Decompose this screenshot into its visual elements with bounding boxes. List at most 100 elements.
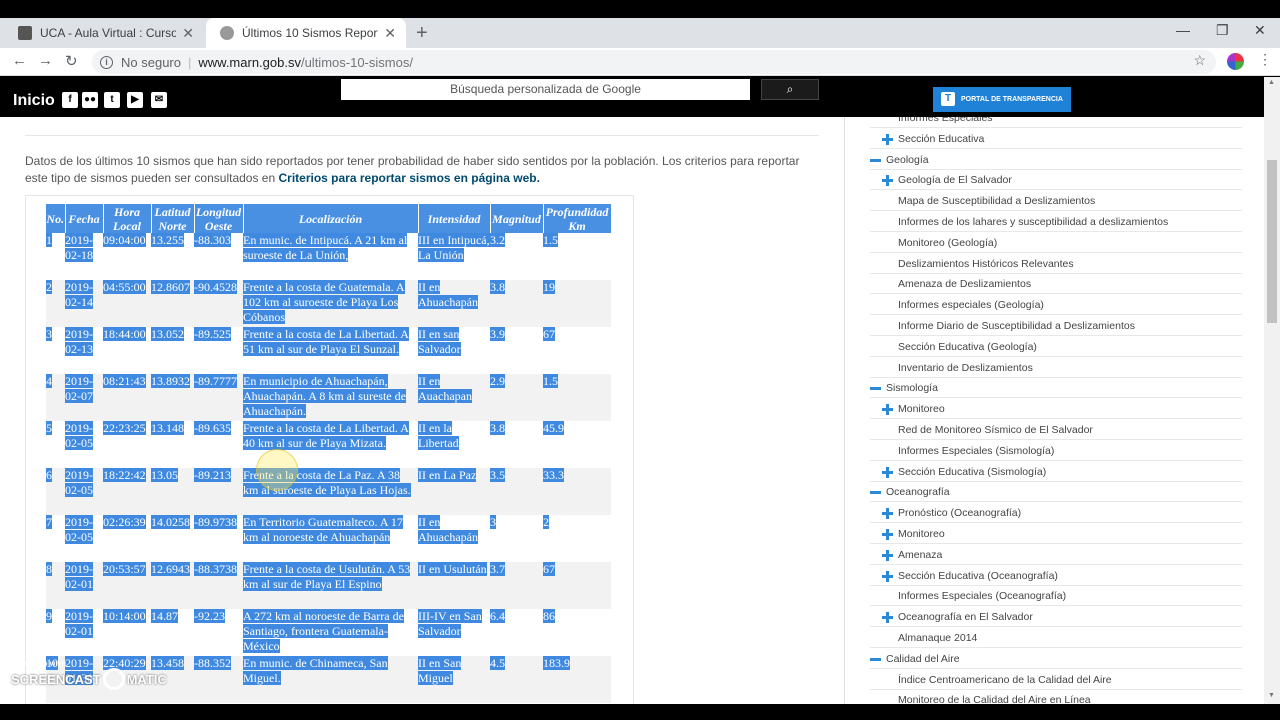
cell-local-time: 08:21:43 (103, 374, 151, 421)
cell-text: -90.4528 (194, 280, 237, 294)
cell-text: 33.3 (543, 468, 564, 482)
sidebar-item[interactable]: Oceanografía en El Salvador (870, 607, 1242, 628)
google-search-input[interactable]: Búsqueda personalizada de Google (341, 79, 750, 100)
cell-text: 2019-02-01 (65, 562, 93, 591)
sidebar-item[interactable]: Sismología (870, 378, 1242, 399)
sidebar-item[interactable]: Índice Centroamericano de la Calidad del… (870, 670, 1242, 690)
sidebar-item[interactable]: Amenaza (870, 545, 1242, 565)
collapse-minus-icon[interactable] (870, 491, 881, 495)
sidebar-item[interactable]: Informes Especiales (870, 117, 1242, 128)
collapse-minus-icon[interactable] (870, 158, 881, 162)
scroll-down-arrow-icon[interactable]: ▼ (1268, 692, 1275, 699)
expand-plus-icon[interactable] (882, 508, 893, 520)
cell-text: -88.303 (194, 233, 231, 247)
expand-plus-icon[interactable] (882, 570, 893, 582)
reload-icon[interactable]: ↻ (65, 52, 78, 70)
sidebar-item[interactable]: Pronóstico (Oceanografía) (870, 503, 1242, 524)
collapse-minus-icon[interactable] (870, 387, 881, 391)
cell-magnitude: 2.9 (490, 374, 543, 421)
cell-text: III-IV en San Salvador (418, 609, 482, 638)
sidebar-item[interactable]: Oceanografía (870, 482, 1242, 503)
sidebar-item[interactable]: Amenaza de Deslizamientos (870, 274, 1242, 295)
youtube-icon[interactable]: ▶ (127, 92, 143, 108)
flickr-icon[interactable]: ●● (82, 92, 98, 108)
expand-plus-icon[interactable] (882, 529, 893, 540)
sidebar-item[interactable]: Mapa de Susceptibilidad a Deslizamientos (870, 191, 1242, 212)
sidebar-item[interactable]: Informes especiales (Geología) (870, 295, 1242, 316)
sidebar-item[interactable]: Informes de los lahares y susceptibilida… (870, 212, 1242, 232)
sidebar-item[interactable]: Deslizamientos Históricos Relevantes (870, 254, 1242, 274)
sidebar-item[interactable]: Inventario de Deslizamientos (870, 358, 1242, 378)
cell-location: En municipio de Ahuachapán, Ahuachapán. … (243, 374, 418, 421)
cell-date: 2019-02-18 (65, 233, 103, 280)
cell-intensity: II en Auachapan (418, 374, 490, 421)
cell-text: 45.9 (543, 421, 564, 435)
cell-local-time: 04:55:00 (103, 280, 151, 327)
sidebar-item[interactable]: Monitoreo (870, 399, 1242, 420)
sidebar-item[interactable]: Sección Educativa (Oceanografía) (870, 566, 1242, 586)
transparency-logo-icon: T (941, 92, 955, 106)
close-tab-icon[interactable]: ✕ (182, 25, 194, 42)
marn-favicon-icon (220, 26, 234, 40)
search-button[interactable]: ⌕ (761, 79, 819, 100)
collapse-minus-icon[interactable] (870, 657, 881, 661)
back-arrow-icon[interactable]: ← (12, 52, 27, 69)
tab-ultimos-sismos[interactable]: Últimos 10 Sismos Reportados | N ✕ (206, 18, 406, 48)
expand-plus-icon[interactable] (882, 404, 893, 416)
sidebar-item[interactable]: Informe Diario de Susceptibilidad a Desl… (870, 316, 1242, 336)
cell-text: -88.3738 (194, 562, 237, 576)
bookmark-star-icon[interactable]: ☆ (1193, 52, 1206, 69)
expand-plus-icon[interactable] (882, 549, 893, 561)
minimize-icon[interactable]: — (1176, 22, 1190, 38)
cell-number: 8 (46, 562, 65, 609)
cell-text: 18:22:42 (103, 468, 146, 482)
header-latitude: Latitud Norte (151, 204, 195, 233)
url-separator: | (187, 54, 192, 70)
page-scrollbar[interactable]: ▲ ▼ (1264, 77, 1280, 704)
sidebar-item[interactable]: Geología de El Salvador (870, 170, 1242, 191)
cell-intensity: III en Intipucá, La Unión (418, 233, 490, 280)
table-row: 8 2019-02-01 20:53:57 12.6943 -88.3738 Frente… (46, 562, 611, 609)
sidebar-item[interactable]: Monitoreo (Geología) (870, 233, 1242, 253)
home-link[interactable]: Inicio (13, 92, 55, 110)
close-window-icon[interactable]: ✕ (1254, 22, 1266, 39)
new-tab-button[interactable]: + (416, 22, 428, 45)
expand-plus-icon[interactable] (882, 133, 893, 145)
expand-plus-icon[interactable] (882, 612, 893, 624)
expand-plus-icon[interactable] (882, 466, 893, 478)
email-icon[interactable]: ✉ (151, 92, 167, 108)
sidebar-item[interactable]: Geología (870, 150, 1242, 170)
scroll-up-arrow-icon[interactable]: ▲ (1268, 79, 1275, 86)
sidebar-item-label: Oceanografía en El Salvador (898, 611, 1033, 624)
transparency-portal-button[interactable]: T PORTAL DE TRANSPARENCIA (933, 87, 1071, 112)
sidebar-item[interactable]: Informes Especiales (Sismología) (870, 441, 1242, 461)
cell-intensity: II en San Miguel (418, 656, 490, 703)
expand-plus-icon[interactable] (882, 175, 893, 187)
close-tab-icon[interactable]: ✕ (384, 25, 396, 42)
sidebar-item[interactable]: Monitoreo (870, 524, 1242, 544)
info-icon[interactable]: i (100, 55, 113, 69)
cell-text: 3.7 (490, 562, 505, 576)
twitter-icon[interactable]: t (104, 92, 120, 108)
sidebar-item[interactable]: Informes Especiales (Oceanografía) (870, 586, 1242, 607)
facebook-icon[interactable]: f (62, 92, 78, 108)
sidebar-item-label: Monitoreo (Geología) (898, 236, 998, 249)
sidebar-item[interactable]: Sección Educativa (Geología) (870, 337, 1242, 357)
tab-uca-aula-virtual[interactable]: UCA - Aula Virtual : Curso SIG y T ✕ (4, 18, 204, 48)
profile-avatar[interactable] (1227, 53, 1244, 70)
sidebar-item[interactable]: Sección Educativa (Sismología) (870, 462, 1242, 482)
sidebar-item[interactable]: Sección Educativa (870, 129, 1242, 149)
maximize-icon[interactable]: ❐ (1216, 22, 1229, 39)
header-number: No. (46, 204, 66, 233)
sidebar-item-label: Informes de los lahares y susceptibilida… (898, 216, 1169, 228)
sidebar-item[interactable]: Monitoreo de la Calidad del Aire en Líne… (870, 690, 1242, 704)
sidebar-item[interactable]: Calidad del Aire (870, 649, 1242, 669)
sidebar-item[interactable]: Almanaque 2014 (870, 628, 1242, 648)
criteria-link[interactable]: Criterios para reportar sismos en página… (279, 171, 540, 185)
forward-arrow-icon[interactable]: → (38, 52, 53, 69)
address-bar[interactable]: i No seguro | www.marn.gob.sv /ultimos-1… (92, 50, 1216, 74)
sidebar-item-label: Informes Especiales (Oceanografía) (898, 590, 1067, 603)
kebab-menu-icon[interactable]: ⋮ (1258, 51, 1272, 68)
scroll-thumb[interactable] (1267, 160, 1277, 323)
sidebar-item[interactable]: Red de Monitoreo Sísmico de El Salvador (870, 420, 1242, 440)
